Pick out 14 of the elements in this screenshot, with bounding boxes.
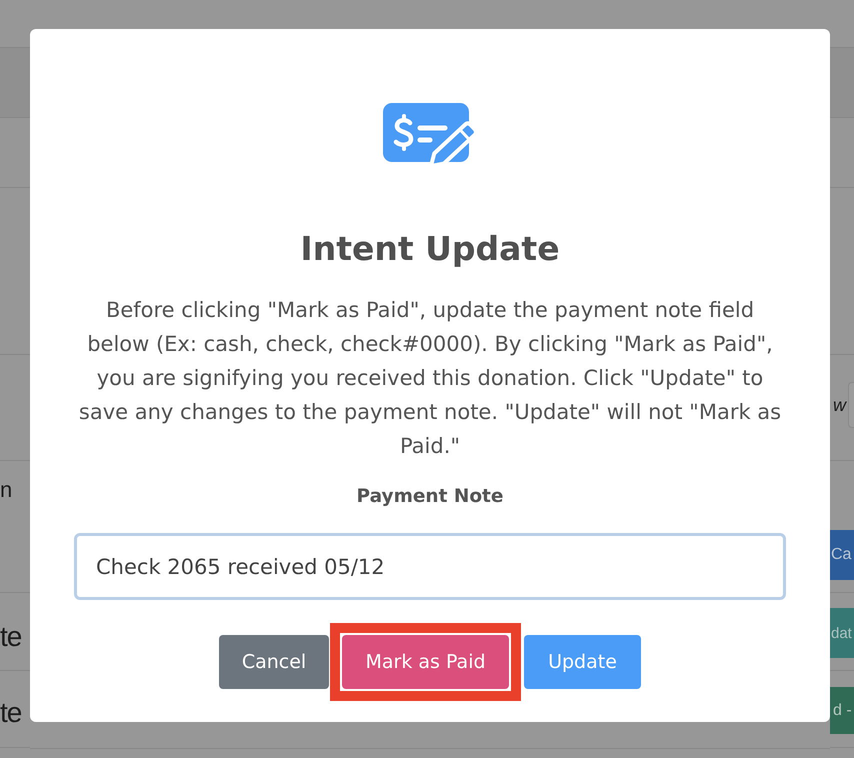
cell-text: n: [0, 476, 14, 503]
mark-paid-button[interactable]: Mark as Paid: [342, 635, 509, 689]
payment-note-field[interactable]: Check 2065 received 05/12: [74, 533, 786, 600]
cell-text: te: [0, 696, 22, 729]
page-button[interactable]: Ca: [830, 530, 854, 580]
cancel-button[interactable]: Cancel: [219, 635, 329, 689]
dialog-title: Intent Update: [300, 229, 560, 269]
page-button[interactable]: d -: [830, 687, 854, 734]
page-button[interactable]: dat: [830, 608, 854, 658]
field-label: Payment Note: [356, 485, 504, 509]
label-text: w: [832, 394, 846, 417]
cell-text: te: [0, 620, 22, 653]
update-button[interactable]: Update: [524, 635, 641, 689]
instructions-text: Before clicking "Mark as Paid", update the payment note field below (Ex: cash, check, check#0000). By clicking "Mark as Paid", you are signifying you received this donation. Click "Update" to save any changes to the payment note. "Update" will not "Mark as Paid.": [78, 297, 782, 460]
